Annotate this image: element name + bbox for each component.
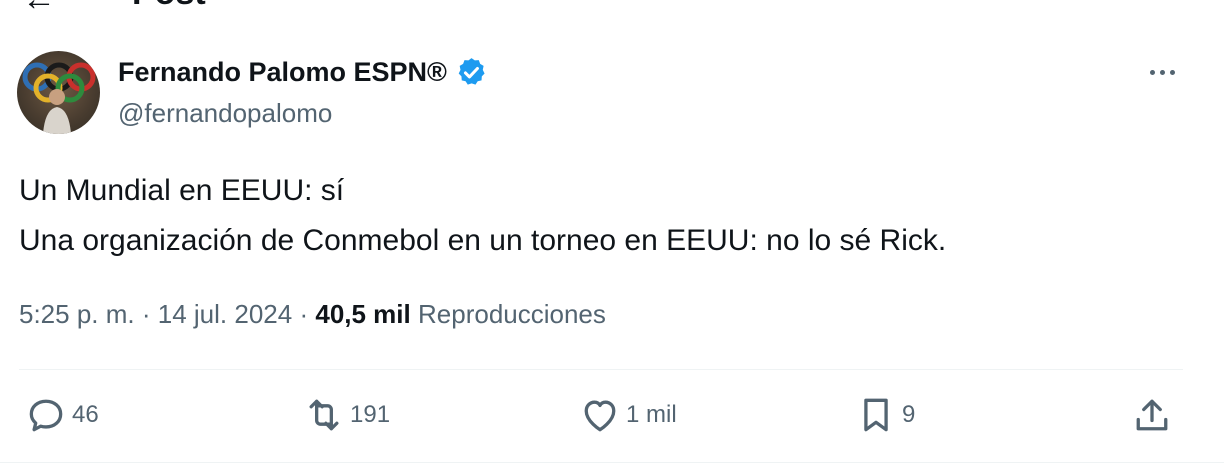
verified-badge-icon xyxy=(458,57,485,85)
views-count[interactable]: 40,5 mil xyxy=(315,299,410,329)
tweet-text: Un Mundial en EEUU: sí Una organización … xyxy=(19,166,1199,266)
author-name[interactable]: Fernando Palomo ESPN® xyxy=(118,55,488,89)
share-icon xyxy=(1136,399,1168,431)
reply-count: 46 xyxy=(72,401,99,428)
repost-icon xyxy=(309,399,339,431)
reply-button[interactable]: 46 xyxy=(24,392,99,438)
author-handle[interactable]: @fernandopalomo xyxy=(118,97,332,129)
tweet-date[interactable]: 14 jul. 2024 xyxy=(158,299,292,329)
bookmark-count: 9 xyxy=(902,401,916,428)
tweet-meta: 5:25 p. m. · 14 jul. 2024 · 40,5 mil Rep… xyxy=(19,296,606,332)
repost-count: 191 xyxy=(350,401,391,428)
tweet-text-line: Un Mundial en EEUU: sí xyxy=(19,174,345,207)
divider xyxy=(19,369,1183,370)
author-name-text[interactable]: Fernando Palomo ESPN® xyxy=(118,55,447,89)
meta-separator: · xyxy=(299,299,309,329)
repost-button[interactable]: 191 xyxy=(302,392,390,438)
more-options-icon[interactable] xyxy=(1142,58,1182,86)
avatar[interactable] xyxy=(17,51,100,134)
heart-icon xyxy=(584,400,616,432)
share-button[interactable] xyxy=(1130,392,1174,438)
tweet-time[interactable]: 5:25 p. m. xyxy=(19,299,135,329)
bookmark-icon xyxy=(864,398,888,432)
views-label[interactable]: Reproducciones xyxy=(418,299,606,329)
divider xyxy=(0,462,1224,463)
tweet-text-line: Una organización de Conmebol en un torne… xyxy=(19,224,947,257)
like-count: 1 mil xyxy=(626,401,677,428)
page-title: Post xyxy=(132,0,206,10)
back-arrow-icon[interactable]: ← xyxy=(22,0,56,16)
like-button[interactable]: 1 mil xyxy=(578,392,677,438)
reply-icon xyxy=(29,399,63,432)
bookmark-button[interactable]: 9 xyxy=(854,392,915,438)
top-bar: ← Post xyxy=(0,0,1224,18)
meta-separator: · xyxy=(141,299,151,329)
